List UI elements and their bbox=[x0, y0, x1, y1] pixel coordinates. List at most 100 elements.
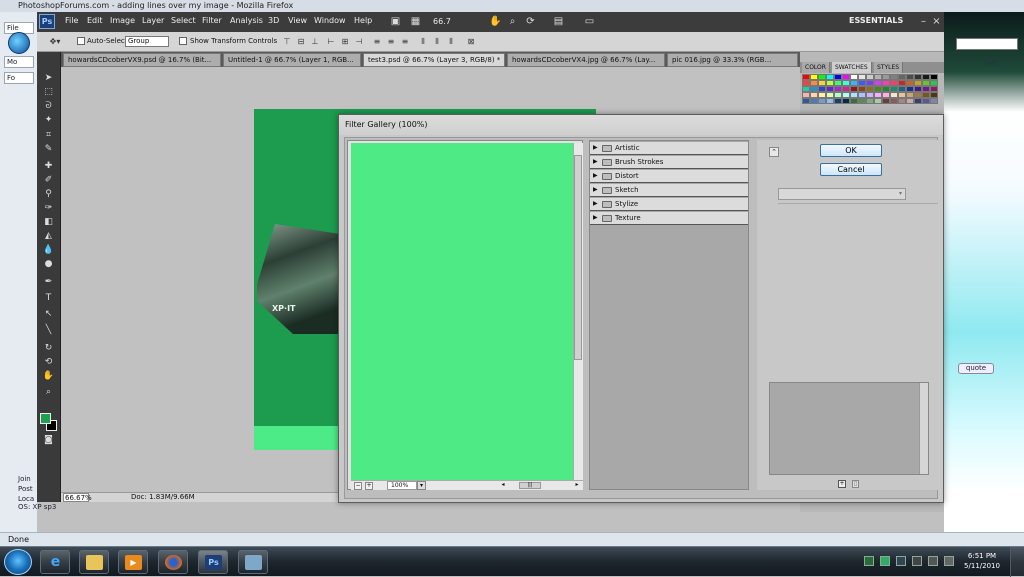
align-top-icon[interactable]: ⊤ bbox=[281, 37, 293, 47]
firefox-tab-fo[interactable]: Fo bbox=[4, 72, 34, 84]
firefox-globe-icon[interactable] bbox=[8, 32, 30, 54]
quick-mask-icon[interactable]: ◙ bbox=[40, 434, 57, 446]
tray-flag-icon[interactable] bbox=[912, 556, 922, 566]
transform-controls-checkbox[interactable] bbox=[179, 37, 187, 45]
tray-app-icon[interactable] bbox=[864, 556, 874, 566]
scroll-right-icon[interactable]: ▸ bbox=[573, 482, 581, 490]
menu-select[interactable]: Select bbox=[171, 16, 196, 25]
preview-zoom-field[interactable]: 100% bbox=[387, 481, 417, 490]
align-hcenter-icon[interactable]: ⊞ bbox=[339, 37, 351, 47]
tray-app-icon[interactable] bbox=[880, 556, 890, 566]
taskbar-media-player[interactable]: ▶ bbox=[118, 550, 148, 574]
distribute-right-icon[interactable]: ⦀ bbox=[445, 37, 457, 47]
bridge-icon[interactable]: ▣ bbox=[389, 15, 402, 28]
menu-file[interactable]: File bbox=[65, 16, 78, 25]
network-icon[interactable] bbox=[928, 556, 938, 566]
swatch[interactable] bbox=[874, 98, 882, 104]
grid-icon[interactable]: ▤ bbox=[552, 15, 565, 28]
category-stylize[interactable]: ▶ Stylize bbox=[590, 198, 748, 211]
firefox-search-box[interactable] bbox=[956, 38, 1018, 50]
category-sketch[interactable]: ▶ Sketch bbox=[590, 184, 748, 197]
align-vcenter-icon[interactable]: ⊟ bbox=[295, 37, 307, 47]
swatch[interactable] bbox=[818, 98, 826, 104]
dodge-tool-icon[interactable]: ● bbox=[40, 258, 57, 270]
show-desktop-button[interactable] bbox=[1010, 547, 1024, 577]
scroll-left-icon[interactable]: ◂ bbox=[499, 482, 507, 490]
collapse-icon[interactable]: ⌃ bbox=[769, 147, 779, 157]
move-tool-preset-icon[interactable]: ✥▾ bbox=[45, 37, 65, 47]
auto-select-dropdown[interactable]: Group bbox=[125, 36, 169, 47]
swatch[interactable] bbox=[866, 98, 874, 104]
zoom-level[interactable]: 66.7 bbox=[433, 15, 475, 28]
taskbar-firefox[interactable] bbox=[158, 550, 188, 574]
3d-orbit-tool-icon[interactable]: ⟲ bbox=[40, 356, 57, 368]
effect-layers-scrollbar[interactable] bbox=[919, 383, 928, 474]
hand-tool-icon[interactable]: ✋ bbox=[40, 370, 57, 382]
tab-howardscdcobervx9[interactable]: howardsCDcoberVX9.psd @ 16.7% (Bit... bbox=[63, 53, 221, 67]
distribute-left-icon[interactable]: ⦀ bbox=[417, 37, 429, 47]
align-left-icon[interactable]: ⊢ bbox=[325, 37, 337, 47]
blur-tool-icon[interactable]: 💧 bbox=[40, 244, 57, 256]
rotate-view-icon[interactable]: ⟳ bbox=[524, 15, 537, 28]
category-texture[interactable]: ▶ Texture bbox=[590, 212, 748, 225]
preview-vertical-thumb[interactable] bbox=[574, 155, 582, 360]
type-tool-icon[interactable]: T bbox=[40, 292, 57, 304]
menu-edit[interactable]: Edit bbox=[87, 16, 103, 25]
zoom-dropdown-icon[interactable]: ▾ bbox=[417, 481, 426, 490]
history-brush-tool-icon[interactable]: ✑ bbox=[40, 202, 57, 214]
brush-tool-icon[interactable]: ✐ bbox=[40, 174, 57, 186]
line-tool-icon[interactable]: ╲ bbox=[40, 324, 57, 336]
menu-analysis[interactable]: Analysis bbox=[230, 16, 263, 25]
category-artistic[interactable]: ▶ Artistic bbox=[590, 142, 748, 155]
quote-button[interactable]: quote bbox=[958, 363, 994, 374]
swatch[interactable] bbox=[842, 98, 850, 104]
swatch[interactable] bbox=[858, 98, 866, 104]
healing-brush-tool-icon[interactable]: ✚ bbox=[40, 160, 57, 172]
taskbar-ie[interactable]: e bbox=[40, 550, 70, 574]
move-tool-icon[interactable]: ➤ bbox=[40, 72, 57, 84]
preview-horizontal-thumb[interactable]: ||| bbox=[519, 482, 541, 489]
taskbar-photoshop[interactable]: Ps bbox=[198, 550, 228, 574]
panel-tab-swatches[interactable]: SWATCHES bbox=[832, 62, 872, 73]
swatch[interactable] bbox=[802, 98, 810, 104]
pen-tool-icon[interactable]: ✒ bbox=[40, 276, 57, 288]
crop-tool-icon[interactable]: ⌗ bbox=[40, 129, 57, 141]
status-zoom-field[interactable]: 66.67% bbox=[63, 493, 92, 502]
cancel-button[interactable]: Cancel bbox=[820, 163, 882, 176]
tab-test3[interactable]: test3.psd @ 66.7% (Layer 3, RGB/8) * bbox=[363, 53, 505, 67]
paint-bucket-tool-icon[interactable]: ◭ bbox=[40, 230, 57, 242]
align-right-icon[interactable]: ⊣ bbox=[353, 37, 365, 47]
menu-window[interactable]: Window bbox=[314, 16, 346, 25]
zoom-in-icon[interactable]: + bbox=[365, 482, 373, 490]
swatch[interactable] bbox=[850, 98, 858, 104]
foreground-color-swatch[interactable] bbox=[40, 413, 51, 424]
ok-button[interactable]: OK bbox=[820, 144, 882, 157]
clock[interactable]: 6:51 PM 5/11/2010 bbox=[960, 551, 1004, 571]
screen-mode-icon[interactable]: ▭ bbox=[583, 15, 596, 28]
delete-effect-layer-icon[interactable]: ▯ bbox=[852, 480, 859, 488]
auto-select-checkbox[interactable] bbox=[77, 37, 85, 45]
close-icon[interactable]: × bbox=[930, 15, 943, 28]
lasso-tool-icon[interactable]: ᘐ bbox=[40, 100, 57, 112]
tab-untitled-1[interactable]: Untitled-1 @ 66.7% (Layer 1, RGB... bbox=[223, 53, 361, 67]
swatch[interactable] bbox=[890, 98, 898, 104]
firefox-tab-mo[interactable]: Mo bbox=[4, 56, 34, 68]
eraser-tool-icon[interactable]: ◧ bbox=[40, 216, 57, 228]
menu-help[interactable]: Help bbox=[354, 16, 372, 25]
swatch[interactable] bbox=[930, 98, 938, 104]
swatch[interactable] bbox=[834, 98, 842, 104]
zoom-icon[interactable]: ⌕ bbox=[506, 15, 519, 28]
swatch[interactable] bbox=[810, 98, 818, 104]
align-bottom-icon[interactable]: ⊥ bbox=[309, 37, 321, 47]
swatch[interactable] bbox=[826, 98, 834, 104]
category-distort[interactable]: ▶ Distort bbox=[590, 170, 748, 183]
start-button[interactable] bbox=[4, 549, 32, 575]
menu-view[interactable]: View bbox=[288, 16, 307, 25]
distribute-vcenter-icon[interactable]: ≡ bbox=[385, 37, 397, 47]
distribute-top-icon[interactable]: ≡ bbox=[371, 37, 383, 47]
swatch[interactable] bbox=[898, 98, 906, 104]
magic-wand-tool-icon[interactable]: ✦ bbox=[40, 114, 57, 126]
tab-pic-016[interactable]: pic 016.jpg @ 33.3% (RGB... bbox=[667, 53, 798, 67]
menu-3d[interactable]: 3D bbox=[268, 16, 279, 25]
arrange-icon[interactable]: ▦ bbox=[409, 15, 422, 28]
